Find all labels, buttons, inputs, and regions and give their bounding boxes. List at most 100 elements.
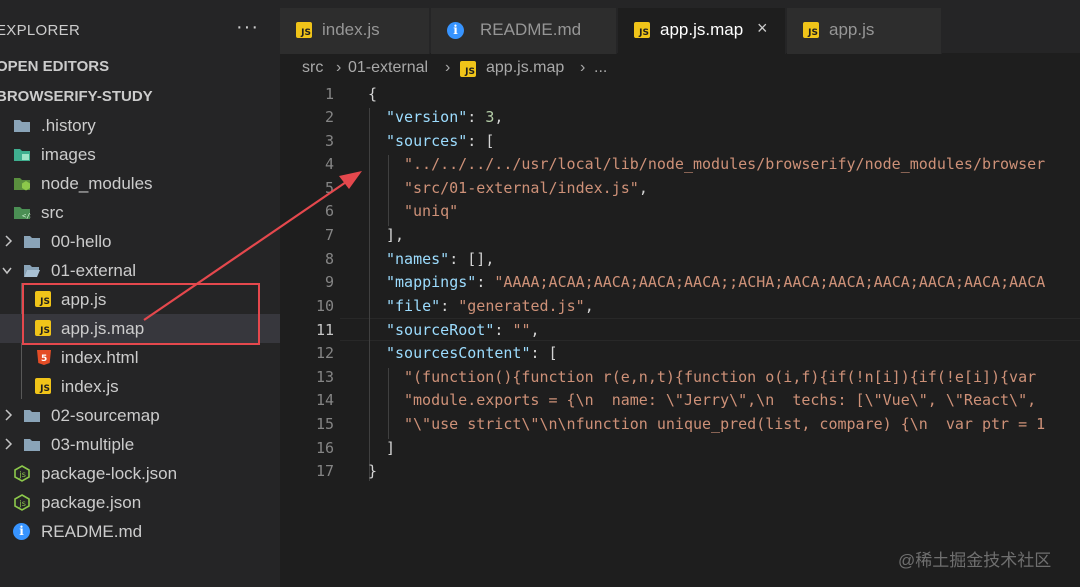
tree-item-package-json[interactable]: js package.json (0, 488, 280, 517)
line-number: 4 (324, 155, 334, 173)
code-line-6: "uniq" (404, 202, 459, 220)
js-file-icon: JS (803, 22, 819, 38)
line-number-current: 11 (315, 321, 334, 339)
code-line-16: ] (386, 439, 396, 457)
punct: : (467, 108, 486, 126)
tree-item-03-multiple[interactable]: 03-multiple (0, 430, 280, 459)
code-line-15: "\"use strict\"\n\nfunction unique_pred(… (404, 415, 1046, 433)
indent-guide (369, 108, 370, 481)
tab-app-js[interactable]: JS app.js (787, 8, 942, 54)
svg-text:js: js (19, 499, 26, 508)
line-number: 15 (315, 415, 334, 433)
tab-index-js[interactable]: JS index.js (280, 8, 430, 54)
json-string: "generated.js" (458, 297, 585, 315)
breadcrumb-separator: › (336, 59, 342, 76)
tree-item-label: 01-external (51, 261, 137, 280)
line-number: 5 (324, 179, 334, 197)
tree-item-label: package.json (41, 493, 142, 512)
punct: : [], (449, 250, 495, 268)
images-folder-icon (14, 149, 30, 161)
tree-item-images[interactable]: images (0, 140, 280, 169)
explorer-header: EXPLORER ··· (0, 16, 280, 46)
tree-item-readme-md[interactable]: i README.md (0, 517, 280, 546)
tree-item-node-modules[interactable]: node_modules (0, 169, 280, 198)
code-editor[interactable]: 1 2 3 4 5 6 7 8 9 10 11 12 13 14 15 16 1… (280, 84, 1080, 587)
editor-tab-bar: JS index.js i README.md JS app.js.map × … (280, 0, 1080, 54)
json-key: "sourceRoot" (386, 321, 495, 339)
folder-icon (24, 439, 40, 451)
breadcrumb-separator: › (445, 59, 451, 76)
tree-item-label: src (41, 203, 64, 222)
info-icon: i (447, 22, 464, 39)
tree-item-label: 03-multiple (51, 435, 135, 454)
line-number: 12 (315, 344, 334, 362)
chevron-right-icon[interactable] (3, 435, 15, 453)
code-line-17: } (368, 462, 378, 480)
js-file-icon: JS (35, 378, 51, 394)
breadcrumb-app-js-map[interactable]: app.js.map (486, 59, 564, 77)
tab-label: app.js.map (660, 20, 744, 39)
node-folder-icon (14, 178, 30, 191)
punct: : (494, 321, 513, 339)
tree-item-label: .history (41, 116, 96, 135)
close-tab-icon[interactable]: × (757, 18, 768, 39)
tree-item-label: 02-sourcemap (51, 406, 160, 425)
tree-item-02-sourcemap[interactable]: 02-sourcemap (0, 401, 280, 430)
json-key: "mappings" (386, 273, 477, 291)
line-number: 13 (315, 368, 334, 386)
line-number: 10 (315, 297, 334, 315)
punct: : (440, 297, 459, 315)
more-actions-icon[interactable]: ··· (236, 16, 259, 39)
js-file-icon: JS (460, 61, 476, 77)
line-number: 8 (324, 250, 334, 268)
line-number: 3 (324, 132, 334, 150)
line-number: 16 (315, 439, 334, 457)
tree-item-history[interactable]: .history (0, 111, 280, 140)
json-file-icon: js (14, 494, 30, 511)
svg-text:js: js (19, 470, 26, 479)
tree-item-index-html[interactable]: 5 index.html (0, 343, 280, 372)
code-line-8: "names": [], (386, 250, 494, 268)
json-string: "" (512, 321, 531, 339)
info-icon: i (13, 523, 30, 540)
breadcrumb-more[interactable]: ... (594, 59, 607, 77)
brace: { (368, 85, 378, 103)
tree-item-src[interactable]: </> src (0, 198, 280, 227)
tab-app-js-map[interactable]: JS app.js.map × (618, 8, 786, 54)
svg-text:5: 5 (41, 354, 47, 364)
html-file-icon: 5 (37, 350, 51, 365)
tree-item-label: node_modules (41, 174, 153, 193)
punct: , (638, 179, 648, 197)
annotation-highlight-box (22, 283, 260, 345)
json-string: "src/01-external/index.js" (404, 179, 639, 197)
json-file-icon: js (14, 465, 30, 482)
breadcrumb-src[interactable]: src (302, 59, 323, 77)
indent-guide (388, 155, 389, 226)
json-key: "version" (386, 108, 468, 126)
line-number: 2 (324, 108, 334, 126)
tree-item-package-lock-json[interactable]: js package-lock.json (0, 459, 280, 488)
punct: , (584, 297, 594, 315)
line-number: 9 (324, 273, 334, 291)
tree-item-index-js[interactable]: JS index.js (0, 372, 280, 401)
tree-item-label: 00-hello (51, 232, 112, 251)
tree-item-label: images (41, 145, 96, 164)
json-key: "sources" (386, 132, 468, 150)
line-number: 7 (324, 226, 334, 244)
tab-readme-md[interactable]: i README.md (431, 8, 617, 54)
tree-item-00-hello[interactable]: 00-hello (0, 227, 280, 256)
js-file-icon: JS (634, 22, 650, 38)
chevron-right-icon[interactable] (3, 406, 15, 424)
code-line-10: "file": "generated.js", (386, 297, 594, 315)
code-line-11: "sourceRoot": "", (386, 321, 540, 339)
chevron-right-icon[interactable] (3, 232, 15, 250)
line-number: 14 (315, 391, 334, 409)
punct: : [ (467, 132, 495, 150)
breadcrumb-01-external[interactable]: 01-external (348, 59, 428, 77)
json-key: "sourcesContent" (386, 344, 531, 362)
chevron-down-icon[interactable] (1, 261, 13, 279)
open-editors-section[interactable]: OPEN EDITORS (0, 58, 109, 75)
code-line-7: ], (386, 226, 405, 244)
tree-item-01-external[interactable]: 01-external (0, 256, 280, 285)
project-section[interactable]: BROWSERIFY-STUDY (0, 88, 153, 105)
